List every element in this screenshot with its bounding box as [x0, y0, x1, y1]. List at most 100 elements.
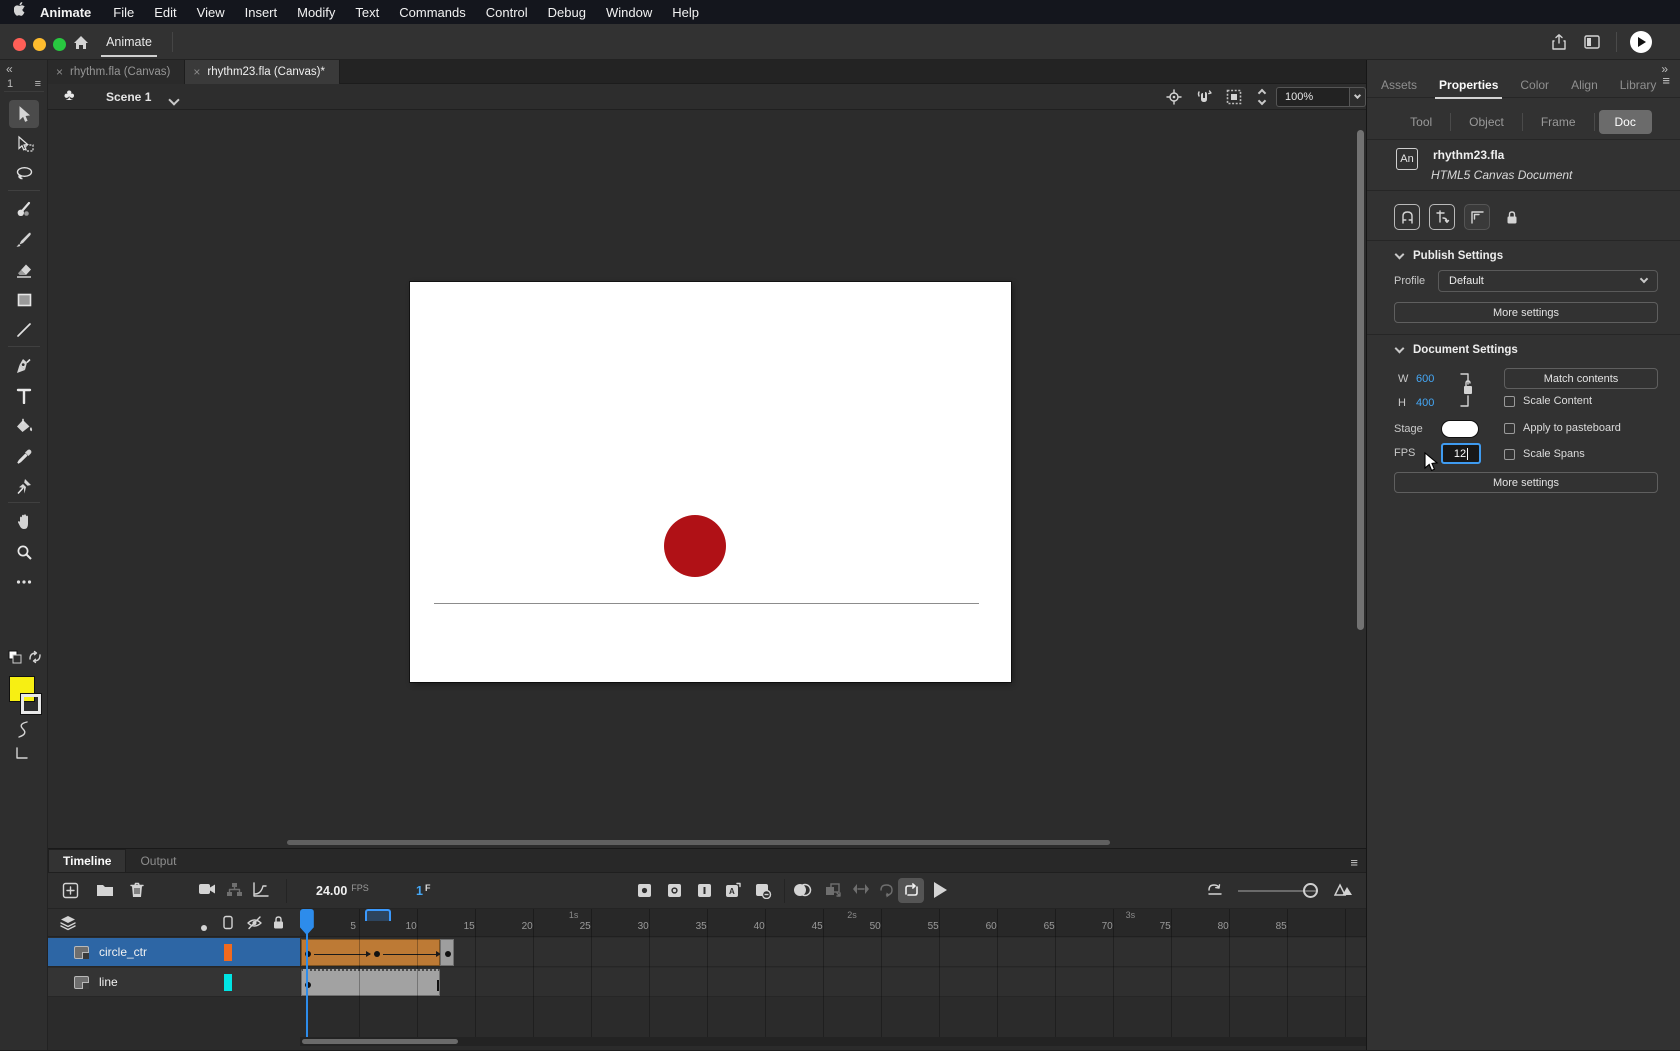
apply-pasteboard-checkbox-row[interactable]: Apply to pasteboard	[1504, 422, 1621, 434]
profile-select[interactable]: Default	[1438, 270, 1658, 292]
panel-tab-align[interactable]: Align	[1571, 78, 1598, 94]
timeline-zoom-slider-knob[interactable]	[1303, 883, 1318, 898]
loop-playback-button[interactable]	[898, 878, 924, 903]
canvas-pasteboard[interactable]	[48, 110, 1366, 848]
menu-item-window[interactable]: Window	[596, 5, 662, 20]
minimize-window-button[interactable]	[33, 38, 46, 51]
delete-layer-button[interactable]	[130, 882, 148, 900]
corner-segment-icon[interactable]	[14, 746, 32, 767]
loop-range-marker[interactable]	[364, 909, 391, 921]
layer-parenting-button[interactable]	[226, 882, 244, 900]
lock-layers-icon[interactable]	[272, 915, 288, 931]
camera-button[interactable]	[198, 882, 216, 900]
highlight-layers-icon[interactable]	[200, 919, 216, 935]
edit-scene-icon[interactable]: ♣	[64, 87, 75, 105]
end-keyframe-cell[interactable]	[440, 939, 454, 966]
outline-layers-icon[interactable]	[222, 915, 238, 931]
new-layer-button[interactable]	[62, 882, 80, 900]
keyframe-dot[interactable]	[374, 951, 381, 957]
document-settings-header[interactable]: Document Settings	[1394, 343, 1518, 356]
remove-frames-button[interactable]	[754, 882, 772, 900]
scale-content-checkbox-row[interactable]: Scale Content	[1504, 395, 1592, 407]
hand-tool[interactable]	[9, 508, 39, 536]
scale-spans-checkbox-row[interactable]: Scale Spans	[1504, 448, 1585, 460]
canvas-horizontal-scrollbar[interactable]	[287, 840, 1110, 845]
hide-layers-icon[interactable]	[246, 915, 262, 931]
timeline-horizontal-scrollbar[interactable]	[300, 1037, 1366, 1046]
zoom-stepper[interactable]	[1256, 86, 1268, 108]
layer-row-circle_ctr[interactable]: circle_ctr	[48, 938, 300, 967]
panel-tab-assets[interactable]: Assets	[1381, 78, 1417, 94]
classic-brush-tool[interactable]	[9, 226, 39, 254]
timeline-ruler[interactable]: 5 10 15 20 25 30 35 40 45 50 55 60 65 70 75 80 85 1s 2s 3s	[300, 909, 1366, 937]
insert-keyframe-button[interactable]	[636, 882, 654, 900]
timeline-frames-pane[interactable]: 5 10 15 20 25 30 35 40 45 50 55 60 65 70 75 80 85 1s 2s 3s	[300, 909, 1366, 1051]
home-icon[interactable]	[72, 34, 90, 52]
red-circle-shape[interactable]	[664, 515, 726, 577]
menu-item-debug[interactable]: Debug	[538, 5, 596, 20]
menu-item-view[interactable]: View	[187, 5, 235, 20]
section-collapse-icon[interactable]	[1394, 249, 1405, 260]
snap-to-objects-button[interactable]	[1394, 204, 1420, 230]
edit-multiple-frames-button[interactable]	[824, 882, 842, 900]
close-window-button[interactable]	[13, 38, 26, 51]
rulers-guides-button[interactable]	[1464, 204, 1490, 230]
panel-tab-library[interactable]: Library	[1620, 78, 1657, 94]
properties-subtab-doc[interactable]: Doc	[1598, 109, 1652, 134]
apple-logo-icon[interactable]	[10, 1, 32, 23]
selection-tool[interactable]	[9, 100, 39, 128]
subselection-tool[interactable]	[9, 130, 39, 158]
menu-item-file[interactable]: File	[103, 5, 144, 20]
frames-row-line[interactable]	[300, 968, 1366, 997]
document-tab[interactable]: × rhythm23.fla (Canvas)*	[185, 60, 340, 84]
document-tab[interactable]: × rhythm.fla (Canvas)	[48, 60, 186, 84]
properties-subtab-object[interactable]: Object	[1455, 110, 1518, 134]
scale-content-checkbox[interactable]	[1504, 395, 1515, 407]
publish-more-settings-button[interactable]: More settings	[1394, 302, 1658, 323]
onion-skin-button[interactable]	[792, 882, 812, 900]
auto-keyframe-button[interactable]: A	[724, 882, 742, 900]
menu-item-modify[interactable]: Modify	[287, 5, 345, 20]
scene-name[interactable]: Scene 1	[106, 90, 151, 104]
classic-tween-span[interactable]	[301, 939, 441, 966]
properties-subtab-tool[interactable]: Tool	[1396, 110, 1446, 134]
layer-color-chip[interactable]	[224, 973, 232, 991]
canvas-vertical-scrollbar[interactable]	[1357, 130, 1364, 630]
workspace-layout-icon[interactable]	[1583, 33, 1601, 51]
asset-warp-tool[interactable]	[9, 472, 39, 500]
maximize-window-button[interactable]	[53, 38, 66, 51]
layer-name[interactable]: circle_ctr	[99, 945, 147, 959]
stage-color-swatch[interactable]	[1441, 420, 1479, 438]
menu-item-edit[interactable]: Edit	[144, 5, 186, 20]
timeline-tab-output[interactable]: Output	[126, 850, 190, 872]
insert-frame-button[interactable]	[696, 882, 714, 900]
rotate-view-icon[interactable]	[1196, 89, 1212, 105]
static-span[interactable]	[301, 969, 441, 996]
snap-align-button[interactable]	[1429, 204, 1455, 230]
apply-pasteboard-checkbox[interactable]	[1504, 422, 1515, 434]
layer-color-chip[interactable]	[224, 943, 232, 961]
menu-item-control[interactable]: Control	[476, 5, 538, 20]
layer-row-line[interactable]: line	[48, 968, 300, 997]
scene-chevron-icon[interactable]	[168, 91, 180, 109]
menu-item-insert[interactable]: Insert	[235, 5, 288, 20]
close-tab-icon[interactable]: ×	[56, 65, 63, 79]
panel-tab-color[interactable]: Color	[1520, 78, 1549, 94]
width-value[interactable]: 600	[1416, 373, 1434, 385]
line-shape[interactable]	[434, 603, 979, 604]
default-swap-colors[interactable]	[8, 650, 42, 665]
snap-curve-icon[interactable]	[14, 720, 32, 745]
close-tab-icon[interactable]: ×	[193, 65, 200, 79]
fps-input[interactable]: 12	[1441, 443, 1481, 464]
reset-timeline-zoom-button[interactable]	[1206, 882, 1224, 900]
layer-name[interactable]: line	[99, 975, 118, 989]
zoom-tool[interactable]	[9, 538, 39, 566]
collapse-toolbar-icon[interactable]: «	[6, 62, 13, 76]
show-tween-graph-button[interactable]	[252, 882, 270, 900]
eyedropper-tool[interactable]	[9, 442, 39, 470]
center-stage-icon[interactable]	[1166, 89, 1182, 105]
lock-guides-button[interactable]	[1499, 204, 1525, 230]
link-width-height-icon[interactable]	[1453, 370, 1475, 410]
pen-tool[interactable]	[9, 352, 39, 380]
eraser-tool[interactable]	[9, 256, 39, 284]
